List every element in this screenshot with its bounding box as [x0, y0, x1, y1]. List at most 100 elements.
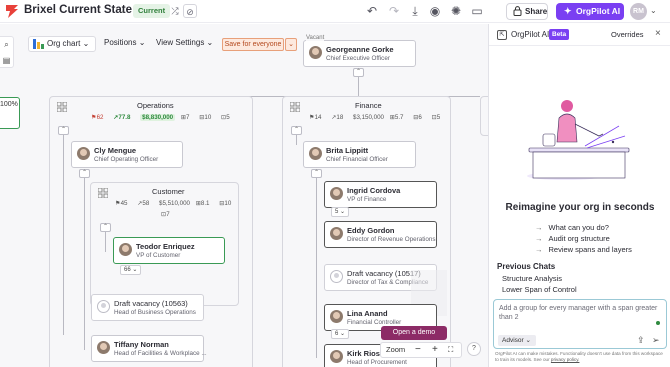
- view-settings-dropdown[interactable]: View Settings ⌄: [150, 36, 214, 52]
- org-chart-label: Org chart: [47, 39, 81, 48]
- page-title[interactable]: Brixel Current State: [24, 4, 132, 16]
- collapse-chevron-icon[interactable]: ⌃: [58, 126, 69, 135]
- positions-dropdown[interactable]: Positions ⌄: [98, 36, 148, 52]
- expand-icon[interactable]: ⇱: [497, 30, 507, 40]
- orgpilot-panel: ⇱ OrgPilot AI Beta Overrides × Reimagine…: [488, 24, 670, 367]
- draft-vacancy-card[interactable]: Draft vacancy (10563) Head of Business O…: [91, 294, 204, 321]
- mode-dropdown[interactable]: Advisor ⌄: [498, 335, 536, 346]
- previous-chat-item[interactable]: Lower Span of Control: [502, 285, 577, 294]
- employee-name: Ingrid Cordova: [347, 186, 401, 195]
- stat-value: $8,830,000: [140, 114, 176, 121]
- zoom-in-button[interactable]: +: [432, 343, 438, 357]
- undo-icon[interactable]: ↶: [364, 3, 380, 19]
- stat-value: ⊡5: [431, 114, 441, 121]
- link-icon[interactable]: ⊘: [183, 4, 197, 18]
- collapse-chevron-icon[interactable]: ⌃: [353, 68, 364, 77]
- employee-name: Eddy Gordon: [347, 226, 395, 235]
- panel-title: OrgPilot AI: [511, 30, 550, 39]
- search-icon[interactable]: ⌕: [0, 37, 13, 53]
- orgpilot-illustration: [527, 100, 630, 180]
- previous-chats-heading: Previous Chats: [497, 262, 556, 271]
- org-chart-icon: [33, 39, 44, 49]
- suggestion-item[interactable]: → Audit org structure: [535, 234, 632, 245]
- report-count[interactable]: 5 ⌄: [331, 207, 350, 217]
- upload-icon[interactable]: ⇪: [637, 335, 645, 346]
- chevron-down-icon[interactable]: ⌄: [285, 38, 297, 51]
- arrow-right-icon: →: [535, 223, 543, 232]
- panel-icon[interactable]: ▤: [0, 53, 13, 69]
- chevron-down-icon[interactable]: ⌄: [118, 5, 126, 16]
- report-count[interactable]: 66 ⌄: [120, 265, 142, 275]
- teodor-card[interactable]: Teodor Enriquez VP of Customer: [113, 237, 225, 264]
- group-title: Customer: [152, 187, 185, 196]
- group-grid-icon: [98, 188, 108, 198]
- stat-value: ↗18: [331, 114, 344, 121]
- chat-input[interactable]: Add a group for every manager with a spa…: [493, 299, 667, 349]
- group-stats: ⊡7: [161, 211, 178, 218]
- ceo-card[interactable]: Vacant Georgeanne Gorke Chief Executive …: [303, 35, 416, 67]
- employee-name: Draft vacancy (10563): [114, 299, 188, 308]
- org-chart-dropdown[interactable]: Org chart ⌄: [28, 36, 96, 52]
- cfo-card[interactable]: Brita Lippitt Chief Financial Officer: [303, 141, 416, 168]
- fullscreen-icon[interactable]: ⛶: [448, 343, 453, 357]
- overrides-tab[interactable]: Overrides: [611, 30, 644, 39]
- connector-line: [63, 135, 64, 335]
- coo-card[interactable]: Cly Mengue Chief Operating Officer: [71, 141, 183, 168]
- report-count[interactable]: 6 ⌄: [331, 329, 350, 339]
- stat-value: ⊟10: [199, 114, 212, 121]
- employee-name: Tiffany Norman: [114, 340, 169, 349]
- employee-role: Chief Operating Officer: [94, 156, 159, 163]
- close-icon[interactable]: ×: [655, 28, 661, 39]
- avatar: [330, 310, 343, 323]
- stat-value: ⊟10: [219, 200, 232, 207]
- chat-input-text[interactable]: Add a group for every manager with a spa…: [499, 305, 659, 322]
- stat-value: ⚑14: [309, 114, 322, 121]
- redo-icon[interactable]: ↷: [386, 3, 402, 19]
- org-chart-canvas[interactable]: Org chart ⌄ Positions ⌄ View Settings ⌄ …: [0, 24, 488, 367]
- avatar: [330, 350, 343, 363]
- employee-role: VP of Finance: [347, 196, 387, 203]
- help-button[interactable]: ?: [467, 342, 481, 356]
- group-title: Operations: [137, 101, 174, 110]
- comment-icon[interactable]: ▭: [469, 3, 485, 19]
- connector-line: [316, 178, 317, 358]
- employee-role: Head of Business Operations: [114, 309, 196, 316]
- privacy-policy-link[interactable]: privacy policy.: [551, 357, 580, 362]
- tiffany-card[interactable]: Tiffany Norman Head of Facilities & Work…: [91, 335, 207, 362]
- eye-icon[interactable]: ◉: [427, 3, 443, 19]
- share-button[interactable]: Share: [506, 3, 548, 20]
- collapse-chevron-icon[interactable]: ⌃: [100, 223, 111, 232]
- arrow-right-icon: →: [535, 234, 543, 243]
- suggestion-item[interactable]: → What can you do?: [535, 223, 632, 234]
- shuffle-icon[interactable]: ⤮: [168, 4, 182, 18]
- avatar: [330, 227, 343, 240]
- avatar: [119, 243, 132, 256]
- group-stats: ⚑14 ↗18 $3,150,000 ⊞5.7 ⊟6 ⊡5: [309, 114, 448, 121]
- ingrid-card[interactable]: Ingrid Cordova VP of Finance: [324, 181, 437, 208]
- avatar: [97, 300, 110, 313]
- send-icon[interactable]: ➢: [652, 335, 660, 346]
- partial-node[interactable]: 100%: [0, 97, 20, 129]
- chevron-down-icon[interactable]: ⌄: [650, 6, 657, 15]
- collapse-chevron-icon[interactable]: ⌃: [291, 126, 302, 135]
- partial-group[interactable]: [480, 96, 488, 136]
- suggestion-item[interactable]: → Review spans and layers: [535, 245, 632, 256]
- arrow-right-icon: →: [535, 245, 543, 254]
- download-icon[interactable]: ⤓: [407, 3, 423, 19]
- lock-icon: [513, 6, 522, 16]
- collapse-chevron-icon[interactable]: ⌃: [311, 169, 322, 178]
- zoom-out-button[interactable]: −: [415, 343, 421, 357]
- brixel-logo-icon: [6, 5, 18, 18]
- avatar: [309, 147, 322, 160]
- open-demo-button[interactable]: Open a demo: [381, 326, 447, 340]
- employee-name: Draft vacancy (10517): [347, 269, 421, 278]
- employee-name: Lina Anand: [347, 309, 388, 318]
- save-for-everyone-button[interactable]: Save for everyone: [222, 38, 284, 51]
- lightbulb-icon[interactable]: ✺: [448, 3, 464, 19]
- connector-line: [105, 232, 106, 252]
- avatar[interactable]: RM: [630, 3, 647, 20]
- previous-chat-item[interactable]: Structure Analysis: [502, 274, 562, 283]
- eddy-card[interactable]: Eddy Gordon Director of Revenue Operatio…: [324, 221, 437, 248]
- collapse-chevron-icon[interactable]: ⌃: [79, 169, 90, 178]
- orgpilot-ai-button[interactable]: ✦ OrgPilot AI: [556, 3, 624, 20]
